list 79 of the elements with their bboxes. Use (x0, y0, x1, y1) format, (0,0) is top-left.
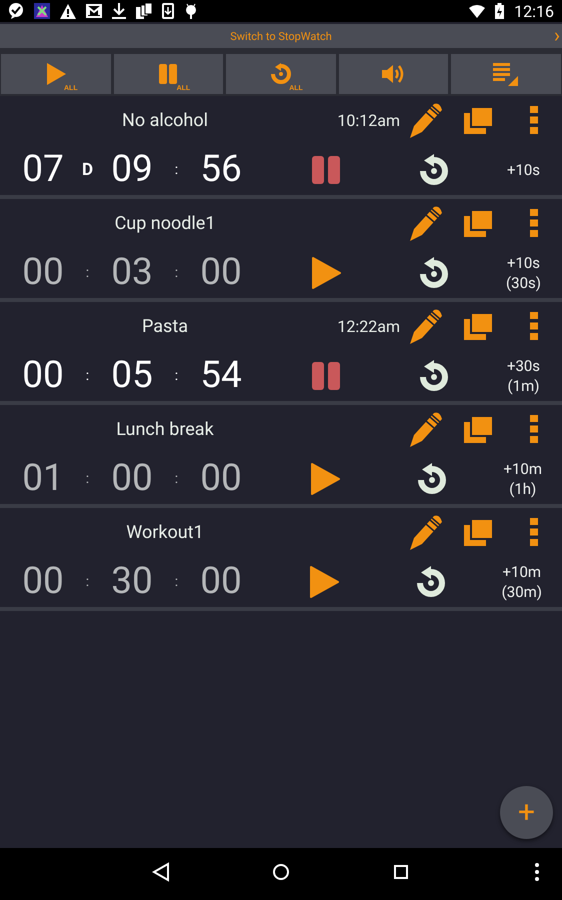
back-icon (152, 862, 170, 882)
increment-label: +10m (503, 458, 542, 478)
increment-label: +10m (502, 562, 542, 582)
timer-digits: 00 (21, 251, 65, 294)
reset-icon (418, 360, 450, 392)
status-time: 12:16 (514, 2, 554, 20)
timer-digits: 00 (21, 354, 65, 397)
reset-icon (414, 566, 447, 598)
switch-mode-bar[interactable]: Switch to StopWatch › (0, 24, 562, 48)
timer-title: Lunch break (115, 418, 215, 440)
reset-icon (416, 462, 448, 494)
android-icon (184, 3, 198, 19)
reset-icon (270, 63, 292, 85)
timer-separator: : (84, 264, 90, 280)
increment-total: (30s) (506, 272, 541, 292)
more-icon (530, 518, 538, 546)
timer-title: Workout1 (125, 522, 205, 542)
more-icon (530, 106, 538, 134)
alarm-time: 12:22am (336, 316, 400, 336)
alarm-time: 10:12am (336, 110, 400, 130)
increment-total: (30m) (502, 582, 542, 602)
pause-icon (311, 362, 341, 390)
pause-icon (158, 63, 178, 85)
play-icon (311, 256, 341, 290)
play-icon (310, 462, 340, 496)
timer-digits: 54 (199, 354, 243, 397)
pause-icon (311, 156, 341, 184)
more-icon (530, 415, 538, 443)
increment-label: +30s (506, 356, 540, 376)
timer-separator: : (84, 368, 90, 384)
add-button[interactable]: + (500, 786, 553, 839)
timer-digits: 03 (110, 251, 154, 294)
timer-digits: 07 (21, 148, 65, 191)
timer-separator: : (174, 264, 180, 280)
timer-digits: 56 (199, 148, 243, 191)
timer-digits: 00 (110, 457, 154, 500)
list-icon (493, 62, 520, 86)
timer-separator: : (174, 368, 180, 384)
timer-digits: 00 (199, 457, 243, 500)
timer-digits: 05 (110, 354, 154, 397)
timer-digits: 01 (21, 457, 65, 500)
timer-separator: : (174, 574, 180, 590)
increment-label: +10s (506, 160, 540, 180)
more-icon (530, 312, 538, 340)
timer-digits: 00 (199, 560, 243, 603)
battery-icon (495, 3, 504, 19)
timer-digits: 30 (110, 560, 154, 603)
timer-separator: D (80, 160, 94, 180)
play-icon (308, 564, 339, 598)
more-icon (530, 209, 538, 237)
recents-icon (392, 862, 410, 882)
timer-title: Pasta (140, 316, 190, 336)
increment-total: (1h) (509, 478, 536, 498)
chat-icon (8, 3, 24, 19)
phone-download-icon (162, 3, 174, 19)
increment-total: (1m) (508, 376, 540, 396)
timer-digits: 00 (199, 251, 243, 294)
timer-title: No alcohol (121, 110, 209, 130)
play-icon (44, 62, 67, 86)
timer-separator: : (174, 162, 180, 178)
home-icon (272, 862, 290, 882)
more-icon (535, 862, 539, 882)
warning-icon (60, 4, 76, 18)
timer-separator: : (84, 470, 90, 486)
app-icon (34, 3, 50, 19)
increment-label: +10s (506, 252, 540, 272)
timer-title: Cup noodle1 (114, 212, 216, 234)
timer-digits: 00 (21, 560, 65, 603)
timer-separator: : (174, 470, 180, 486)
download-icon (112, 3, 126, 19)
timer-separator: : (84, 574, 90, 590)
cards-icon (136, 3, 152, 19)
list-all-button[interactable] (451, 54, 561, 94)
timer-digits: 09 (110, 148, 154, 191)
reset-icon (418, 154, 450, 186)
reset-icon (418, 256, 450, 288)
wifi-icon (469, 4, 486, 18)
mail-icon (86, 4, 102, 18)
sound-all-button[interactable] (338, 54, 448, 94)
